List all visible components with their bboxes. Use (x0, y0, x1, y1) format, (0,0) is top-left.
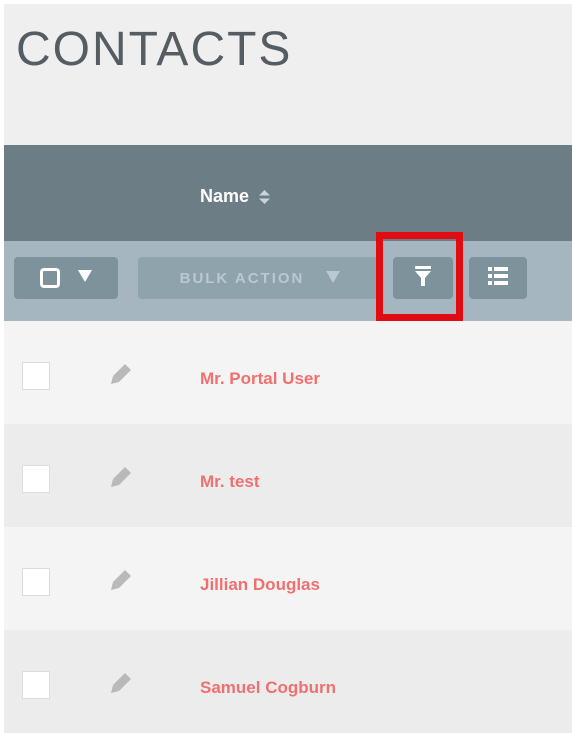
pencil-icon[interactable] (110, 569, 132, 591)
row-checkbox[interactable] (22, 568, 50, 596)
contact-name-link[interactable]: Mr. Portal User (200, 369, 320, 389)
contact-name-link[interactable]: Mr. test (200, 472, 260, 492)
caret-down-icon (78, 269, 92, 287)
bulk-action-label: BULK ACTION (179, 269, 305, 287)
table-header: Name (4, 145, 572, 241)
column-header-name[interactable]: Name (200, 186, 271, 207)
row-checkbox[interactable] (22, 465, 50, 493)
row-checkbox[interactable] (22, 671, 50, 699)
page-title: CONTACTS (16, 23, 293, 76)
contacts-page: CONTACTS Name BULK ACTION Mr. Portal Use… (4, 4, 572, 733)
list-icon (488, 266, 508, 290)
table-row: Mr. Portal User (4, 321, 572, 424)
bulk-action-button[interactable]: BULK ACTION (138, 257, 382, 299)
pencil-icon[interactable] (110, 363, 132, 385)
select-all-button[interactable] (14, 257, 118, 299)
list-toolbar: BULK ACTION (4, 241, 572, 321)
row-checkbox[interactable] (22, 362, 50, 390)
filter-icon (415, 265, 431, 291)
pencil-icon[interactable] (110, 466, 132, 488)
sort-icon[interactable] (259, 189, 271, 204)
pencil-icon[interactable] (110, 672, 132, 694)
contacts-list: Mr. Portal User Mr. test Jillian Douglas (4, 321, 572, 733)
table-row: Mr. test (4, 424, 572, 527)
table-row: Samuel Cogburn (4, 630, 572, 733)
column-header-label: Name (200, 186, 250, 206)
caret-down-icon (326, 270, 341, 287)
contact-name-link[interactable]: Jillian Douglas (200, 575, 320, 595)
checkbox-icon (40, 268, 60, 288)
contact-name-link[interactable]: Samuel Cogburn (200, 678, 336, 698)
column-chooser-button[interactable] (469, 257, 527, 299)
table-row: Jillian Douglas (4, 527, 572, 630)
filter-button[interactable] (393, 257, 453, 299)
